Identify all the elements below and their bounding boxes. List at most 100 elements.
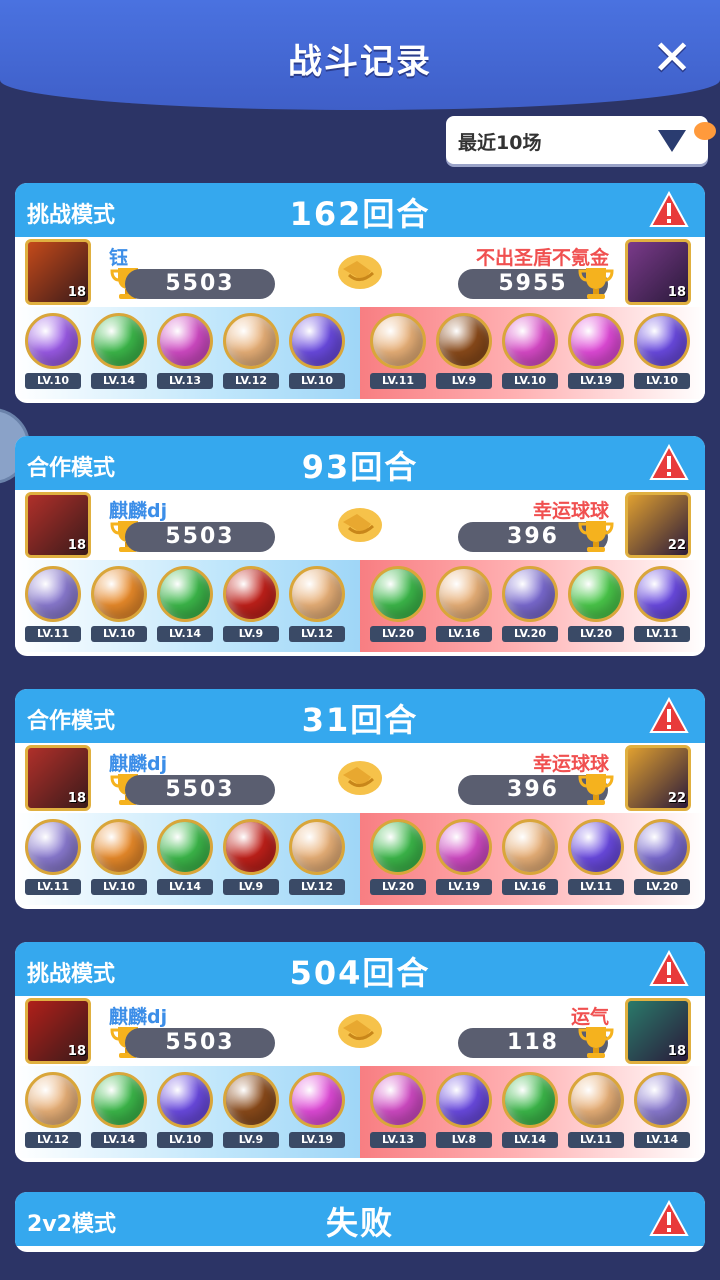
skill-orb-icon[interactable] (568, 819, 624, 875)
skill-orb-icon[interactable] (634, 313, 690, 369)
skill-orb-icon[interactable] (436, 819, 492, 875)
score-left: 5503 (125, 775, 275, 805)
report-warning-icon[interactable] (649, 1200, 689, 1238)
skill-orb-icon[interactable] (91, 313, 147, 369)
skill-orb-icon[interactable] (634, 566, 690, 622)
skill-orb-icon[interactable] (25, 566, 81, 622)
orb-level: LV.20 (370, 879, 426, 895)
orb-level: LV.11 (25, 879, 81, 895)
avatar-level: 18 (667, 1044, 686, 1059)
skill-orb-icon[interactable] (289, 313, 345, 369)
player-avatar-right[interactable]: 22 (625, 745, 691, 811)
skill-orb-icon[interactable] (370, 566, 426, 622)
skill-orb-icon[interactable] (370, 819, 426, 875)
avatar-level: 18 (667, 285, 686, 300)
skill-orb-icon[interactable] (436, 566, 492, 622)
battle-record-card[interactable]: 挑战模式 504回合 18 麒麟dj 5503 118 运气 18 LV.12 LV.14 LV.1… (15, 942, 705, 1162)
orb-level: LV.10 (91, 626, 147, 642)
notification-dot (694, 122, 716, 140)
skill-orb-icon[interactable] (502, 819, 558, 875)
skill-orb-icon[interactable] (25, 819, 81, 875)
skill-orb-icon[interactable] (91, 819, 147, 875)
skill-orb-icon[interactable] (634, 1072, 690, 1128)
orb-level: LV.11 (634, 626, 690, 642)
skill-orb-icon[interactable] (157, 819, 213, 875)
orb-level: LV.14 (502, 1132, 558, 1148)
player-name-right[interactable]: 不出圣盾不氪金 (476, 243, 609, 270)
report-warning-icon[interactable] (649, 191, 689, 229)
skill-orb-icon[interactable] (634, 819, 690, 875)
players-row: 18 钰 5503 5955 不出圣盾不氪金 18 (15, 237, 705, 307)
card-header: 合作模式 31回合 (15, 689, 705, 743)
orb-level: LV.20 (502, 626, 558, 642)
skill-orb-icon[interactable] (502, 313, 558, 369)
orb-level: LV.19 (436, 879, 492, 895)
player-avatar-right[interactable]: 18 (625, 998, 691, 1064)
skill-orb-icon[interactable] (25, 313, 81, 369)
orb-level: LV.11 (568, 1132, 624, 1148)
skill-orb-icon[interactable] (568, 313, 624, 369)
skill-orb-icon[interactable] (223, 819, 279, 875)
player-avatar-right[interactable]: 18 (625, 239, 691, 305)
skill-orb-icon[interactable] (568, 1072, 624, 1128)
orb-level: LV.11 (568, 879, 624, 895)
players-row: 18 麒麟dj 5503 396 幸运球球 22 (15, 490, 705, 560)
orb-level: LV.10 (634, 373, 690, 389)
battle-record-card[interactable]: 合作模式 31回合 18 麒麟dj 5503 396 幸运球球 22 LV.11 LV.10 LV.… (15, 689, 705, 909)
battle-record-card[interactable]: 合作模式 93回合 18 麒麟dj 5503 396 幸运球球 22 LV.11 LV.10 LV.… (15, 436, 705, 656)
player-name-right[interactable]: 幸运球球 (533, 496, 609, 523)
orb-level: LV.20 (370, 626, 426, 642)
player-avatar-left[interactable]: 18 (25, 745, 91, 811)
skill-orb-icon[interactable] (370, 313, 426, 369)
skill-orb-icon[interactable] (436, 1072, 492, 1128)
skill-orb-icon[interactable] (223, 1072, 279, 1128)
orb-level: LV.20 (634, 879, 690, 895)
page-title: 战斗记录 (288, 42, 432, 82)
orb-level: LV.12 (289, 879, 345, 895)
orb-level: LV.12 (289, 626, 345, 642)
orb-level: LV.16 (436, 626, 492, 642)
battle-record-card[interactable]: 2v2模式 失败 (15, 1192, 705, 1252)
result-label: 失败 (325, 1204, 394, 1242)
skill-orb-icon[interactable] (25, 1072, 81, 1128)
player-avatar-left[interactable]: 18 (25, 492, 91, 558)
skill-orb-icon[interactable] (502, 566, 558, 622)
skill-orb-icon[interactable] (289, 819, 345, 875)
orb-level: LV.11 (370, 373, 426, 389)
orb-level: LV.12 (25, 1132, 81, 1148)
skill-orb-icon[interactable] (223, 566, 279, 622)
player-avatar-right[interactable]: 22 (625, 492, 691, 558)
close-button[interactable]: ✕ (652, 34, 692, 82)
players-row: 18 麒麟dj 5503 118 运气 18 (15, 996, 705, 1066)
orb-level: LV.14 (91, 373, 147, 389)
skill-orb-icon[interactable] (157, 313, 213, 369)
skill-orb-icon[interactable] (91, 1072, 147, 1128)
skill-orb-icon[interactable] (157, 566, 213, 622)
report-warning-icon[interactable] (649, 444, 689, 482)
score-left: 5503 (125, 1028, 275, 1058)
player-name-right[interactable]: 幸运球球 (533, 749, 609, 776)
skill-orb-icon[interactable] (223, 313, 279, 369)
skill-orb-icon[interactable] (436, 313, 492, 369)
rounds-label: 93回合 (301, 448, 419, 486)
player-avatar-left[interactable]: 18 (25, 239, 91, 305)
skill-orb-icon[interactable] (157, 1072, 213, 1128)
battle-record-card[interactable]: 挑战模式 162回合 18 钰 5503 5955 不出圣盾不氪金 18 LV.10 LV.14 L… (15, 183, 705, 403)
score-left: 5503 (125, 269, 275, 299)
orb-level: LV.19 (289, 1132, 345, 1148)
avatar-level: 18 (67, 1044, 86, 1059)
orb-level: LV.14 (157, 879, 213, 895)
player-avatar-left[interactable]: 18 (25, 998, 91, 1064)
report-warning-icon[interactable] (649, 697, 689, 735)
skill-orb-icon[interactable] (289, 1072, 345, 1128)
orb-level: LV.13 (157, 373, 213, 389)
skill-orb-icon[interactable] (502, 1072, 558, 1128)
report-warning-icon[interactable] (649, 950, 689, 988)
handshake-icon (338, 508, 382, 542)
skill-orb-icon[interactable] (289, 566, 345, 622)
skill-orb-icon[interactable] (91, 566, 147, 622)
skill-orb-icon[interactable] (370, 1072, 426, 1128)
match-count-dropdown[interactable]: 最近10场 (446, 116, 716, 164)
skill-orb-icon[interactable] (568, 566, 624, 622)
player-name-right[interactable]: 运气 (571, 1002, 609, 1029)
